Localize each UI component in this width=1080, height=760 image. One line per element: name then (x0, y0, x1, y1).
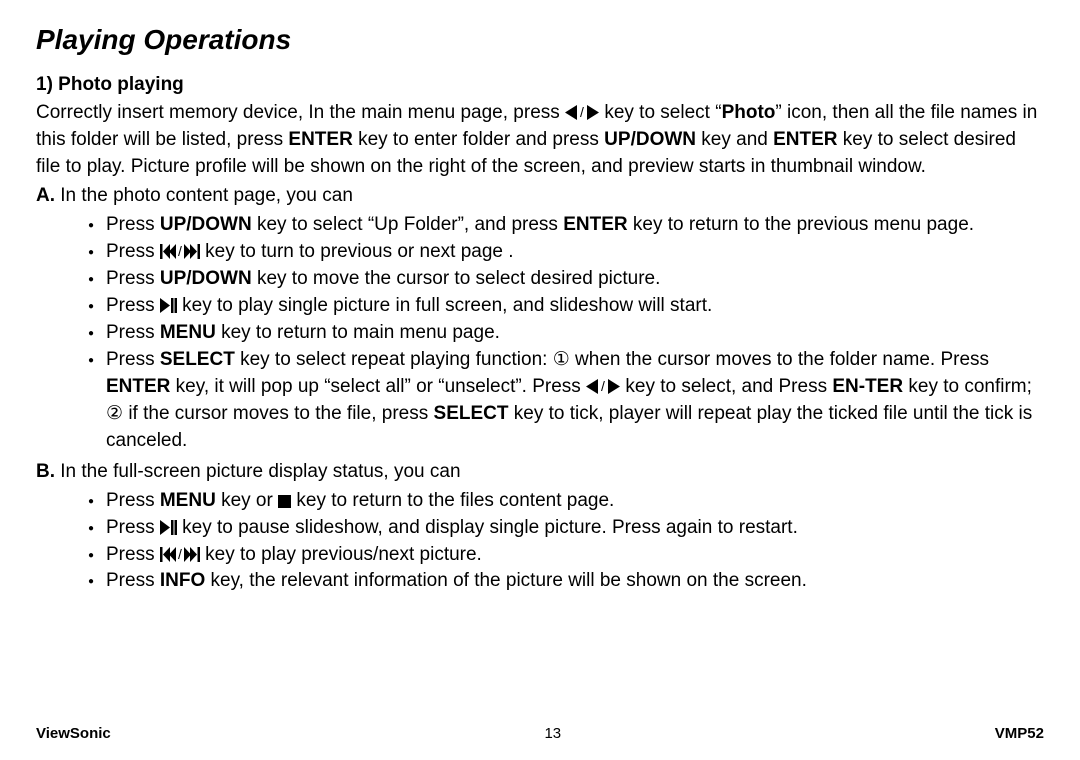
text: key to return to the files content page. (291, 490, 614, 511)
prev-next-track-icon: / (160, 547, 200, 562)
text: key to select repeat playing function: (235, 349, 553, 370)
footer-model: VMP52 (995, 725, 1044, 742)
text: Press (106, 241, 160, 262)
circled-two: ② (106, 403, 123, 424)
text: Press (106, 517, 160, 538)
text: key to return to the previous menu page. (628, 214, 974, 235)
manual-page: Playing Operations 1) Photo playing Corr… (0, 0, 1080, 760)
play-pause-icon (160, 520, 177, 535)
prev-next-track-icon: / (160, 244, 200, 259)
menu-key: MENU (160, 490, 216, 511)
text: Press (106, 268, 160, 289)
text: Press (106, 570, 160, 591)
text: key to select “Up Folder”, and press (252, 214, 564, 235)
list-item: Press key to pause slideshow, and displa… (106, 515, 1044, 542)
updown-key: UP/DOWN (160, 268, 252, 289)
section-a-label: A. (36, 185, 55, 206)
text: if the cursor moves to the file, press (123, 403, 433, 424)
text: key to play single picture in full scree… (177, 295, 712, 316)
play-pause-icon (160, 298, 177, 313)
updown-key: UP/DOWN (604, 129, 696, 150)
svg-text:/: / (178, 244, 182, 259)
text: key to select “ (599, 102, 722, 123)
list-item: Press UP/DOWN key to move the cursor to … (106, 266, 1044, 293)
list-item: Press INFO key, the relevant information… (106, 568, 1044, 595)
text: key, it will pop up “select all” or “uns… (170, 376, 586, 397)
enter-key: ENTER (773, 129, 837, 150)
list-item: Press / key to turn to previous or next … (106, 239, 1044, 266)
page-footer: ViewSonic 13 VMP52 (36, 713, 1044, 742)
text: Press (106, 214, 160, 235)
text: Press (106, 490, 160, 511)
enter-key: EN-TER (832, 376, 903, 397)
section-b-list: Press MENU key or key to return to the f… (36, 488, 1044, 596)
text: key, the relevant information of the pic… (205, 570, 807, 591)
section-a-list: Press UP/DOWN key to select “Up Folder”,… (36, 212, 1044, 455)
text: key to return to main menu page. (216, 322, 500, 343)
enter-key: ENTER (563, 214, 627, 235)
list-item: Press MENU key to return to main menu pa… (106, 320, 1044, 347)
text: Press (106, 349, 160, 370)
svg-text:/: / (178, 547, 182, 562)
section-b-lead: B. In the full-screen picture display st… (36, 459, 1044, 486)
text: key to play previous/next picture. (200, 544, 482, 565)
text: key to turn to previous or next page . (200, 241, 514, 262)
text: key or (216, 490, 278, 511)
text: key to confirm; (903, 376, 1032, 397)
menu-key: MENU (160, 322, 216, 343)
enter-key: ENTER (106, 376, 170, 397)
text: Press (106, 322, 160, 343)
stop-icon (278, 495, 291, 508)
intro-paragraph: Correctly insert memory device, In the m… (36, 100, 1044, 181)
updown-key: UP/DOWN (160, 214, 252, 235)
list-item: Press key to play single picture in full… (106, 293, 1044, 320)
svg-text:/: / (580, 105, 584, 120)
photo-keyword: Photo (722, 102, 776, 123)
section-a-lead: A. In the photo content page, you can (36, 183, 1044, 210)
section-a-text: In the photo content page, you can (55, 185, 353, 206)
page-content: Playing Operations 1) Photo playing Corr… (36, 24, 1044, 713)
select-key: SELECT (160, 349, 235, 370)
section-b-text: In the full-screen picture display statu… (55, 461, 461, 482)
text: key and (696, 129, 773, 150)
svg-text:/: / (601, 379, 605, 394)
circled-one: ① (553, 349, 570, 370)
text: key to select, and Press (620, 376, 832, 397)
text: Correctly insert memory device, In the m… (36, 102, 565, 123)
footer-brand: ViewSonic (36, 725, 111, 742)
list-item: Press / key to play previous/next pictur… (106, 542, 1044, 569)
info-key: INFO (160, 570, 205, 591)
section-heading-photo: 1) Photo playing (36, 74, 1044, 96)
list-item: Press SELECT key to select repeat playin… (106, 347, 1044, 455)
text: key to pause slideshow, and display sing… (177, 517, 798, 538)
enter-key: ENTER (288, 129, 352, 150)
text: when the cursor moves to the folder name… (570, 349, 989, 370)
left-right-arrow-icon: / (565, 105, 599, 120)
text: key to move the cursor to select desired… (252, 268, 661, 289)
text: Press (106, 544, 160, 565)
section-b-label: B. (36, 461, 55, 482)
page-title: Playing Operations (36, 24, 1044, 56)
text: Press (106, 295, 160, 316)
list-item: Press MENU key or key to return to the f… (106, 488, 1044, 515)
page-number: 13 (544, 725, 561, 742)
left-right-arrow-icon: / (586, 379, 620, 394)
list-item: Press UP/DOWN key to select “Up Folder”,… (106, 212, 1044, 239)
select-key: SELECT (434, 403, 509, 424)
text: key to enter folder and press (353, 129, 604, 150)
